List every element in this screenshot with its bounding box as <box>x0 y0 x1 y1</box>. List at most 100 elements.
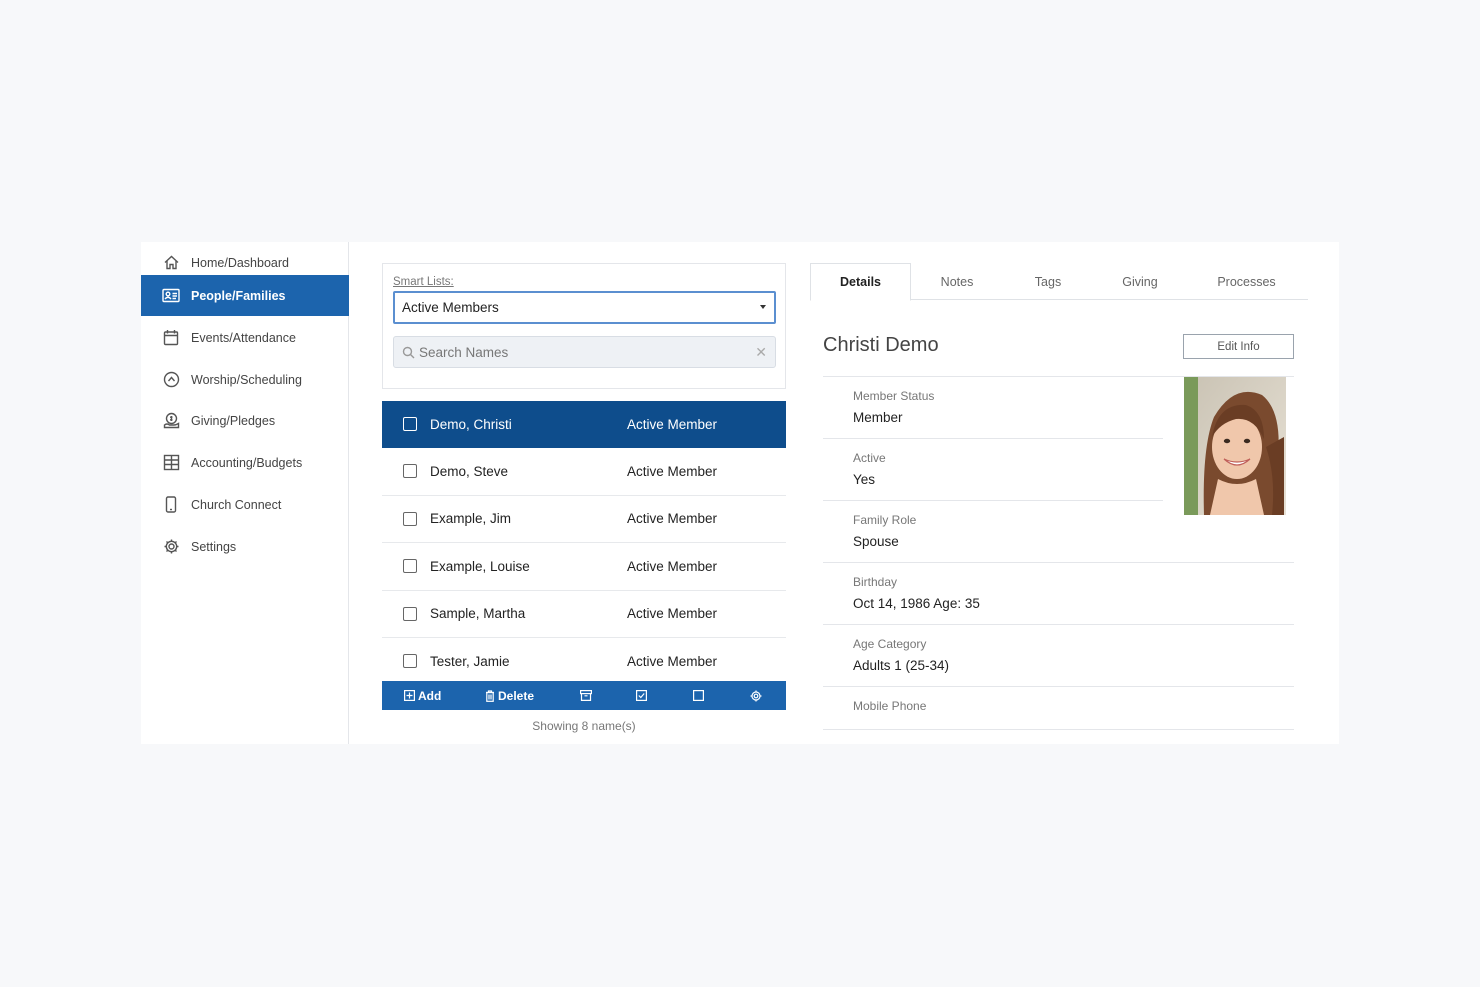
sidebar-item-church-connect[interactable]: Church Connect <box>141 484 349 525</box>
grid-icon <box>161 453 181 473</box>
square-icon <box>693 690 704 701</box>
sidebar-item-label: Settings <box>191 539 237 554</box>
row-checkbox[interactable] <box>403 417 417 431</box>
add-button-label: Add <box>418 688 442 703</box>
plus-square-icon <box>404 690 415 701</box>
table-row[interactable]: Example, Jim Active Member <box>382 495 786 544</box>
field-mobile-phone: Mobile Phone <box>823 687 1294 730</box>
delete-button-label: Delete <box>498 688 535 703</box>
sidebar-item-events[interactable]: Events/Attendance <box>141 317 349 358</box>
check-square-icon <box>636 690 647 701</box>
archive-icon <box>580 690 592 701</box>
row-checkbox[interactable] <box>403 559 417 574</box>
search-placeholder: Search Names <box>419 344 509 360</box>
smart-lists-label: Smart Lists: <box>393 276 454 288</box>
person-name: Example, Jim <box>430 511 512 527</box>
field-active: Active Yes <box>823 439 1163 501</box>
sidebar-item-worship[interactable]: Worship/Scheduling <box>141 359 349 400</box>
sidebar-item-label: Giving/Pledges <box>191 413 276 428</box>
sidebar-item-settings[interactable]: Settings <box>141 526 349 567</box>
sidebar: Home/Dashboard People/Families Events/At… <box>141 242 349 744</box>
tab-tags[interactable]: Tags <box>1016 263 1080 300</box>
table-row[interactable]: Demo, Christi Active Member <box>382 401 786 449</box>
field-birthday: Birthday Oct 14, 1986 Age: 35 <box>823 563 1294 625</box>
donation-icon <box>161 411 181 431</box>
gear-icon <box>750 690 762 702</box>
table-row[interactable]: Demo, Steve Active Member <box>382 448 786 496</box>
sidebar-item-label: Home/Dashboard <box>191 255 289 270</box>
field-label: Age Category <box>853 637 927 651</box>
person-name: Demo, Steve <box>430 464 509 480</box>
list-settings-button[interactable] <box>750 681 765 710</box>
archive-button[interactable] <box>580 681 595 710</box>
app-window: Home/Dashboard People/Families Events/At… <box>141 242 1339 744</box>
field-value: Adults 1 (25-34) <box>853 658 950 673</box>
field-label: Mobile Phone <box>853 699 927 713</box>
gear-icon <box>161 537 181 557</box>
row-checkbox[interactable] <box>403 606 417 621</box>
sidebar-item-people[interactable]: People/Families <box>141 275 349 316</box>
person-status: Active Member <box>627 654 718 670</box>
person-status: Active Member <box>627 511 718 527</box>
sidebar-item-giving[interactable]: Giving/Pledges <box>141 400 349 441</box>
sidebar-item-label: People/Families <box>191 288 286 303</box>
row-checkbox[interactable] <box>403 511 417 526</box>
person-name: Sample, Martha <box>430 606 526 622</box>
person-name: Example, Louise <box>430 558 530 574</box>
list-toolbar: Add Delete <box>382 681 786 710</box>
sidebar-item-label: Church Connect <box>191 497 282 512</box>
clear-icon[interactable]: ✕ <box>755 344 767 361</box>
tab-notes[interactable]: Notes <box>922 263 992 300</box>
field-label: Birthday <box>853 575 898 589</box>
field-member-status: Member Status Member <box>823 377 1163 439</box>
home-icon <box>161 253 181 273</box>
phone-icon <box>161 495 181 515</box>
add-button[interactable]: Add <box>404 681 441 710</box>
field-label: Member Status <box>853 389 935 403</box>
sidebar-item-label: Accounting/Budgets <box>191 455 303 470</box>
sidebar-item-label: Worship/Scheduling <box>191 372 302 387</box>
table-row[interactable]: Example, Louise Active Member <box>382 543 786 591</box>
tab-details[interactable]: Details <box>810 263 911 301</box>
smart-list-selected-value: Active Members <box>402 300 499 315</box>
table-row[interactable]: Tester, Jamie Active Member <box>382 637 786 686</box>
person-name: Tester, Jamie <box>430 654 510 670</box>
caret-down-icon <box>760 305 766 309</box>
delete-button[interactable]: Delete <box>485 681 534 710</box>
row-checkbox[interactable] <box>403 464 417 479</box>
tab-giving[interactable]: Giving <box>1105 263 1175 300</box>
person-status: Active Member <box>627 558 718 574</box>
edit-info-button[interactable]: Edit Info <box>1183 334 1294 359</box>
field-family-role: Family Role Spouse <box>823 501 1294 563</box>
search-icon <box>402 346 415 359</box>
field-value: Oct 14, 1986 Age: 35 <box>853 596 980 611</box>
details-tabs: Details Notes Tags Giving Processes <box>810 263 1308 301</box>
field-value: Spouse <box>853 534 899 549</box>
field-value: Member <box>853 410 903 425</box>
people-list: Demo, Christi Active Member Demo, Steve … <box>382 401 786 686</box>
select-all-button[interactable] <box>636 681 650 710</box>
table-row[interactable]: Sample, Martha Active Member <box>382 590 786 638</box>
sidebar-item-accounting[interactable]: Accounting/Budgets <box>141 442 349 483</box>
person-status: Active Member <box>627 606 718 622</box>
field-label: Active <box>853 451 886 465</box>
trash-icon <box>485 689 495 702</box>
sidebar-item-label: Events/Attendance <box>191 330 296 345</box>
row-checkbox[interactable] <box>403 653 417 668</box>
smart-list-select[interactable]: Active Members <box>393 291 776 324</box>
person-title: Christi Demo <box>823 334 939 356</box>
smart-list-panel: Smart Lists: Active Members Search Names… <box>382 263 786 389</box>
chevron-up-circle-icon <box>161 370 181 390</box>
field-age-category: Age Category Adults 1 (25-34) <box>823 625 1294 687</box>
field-label: Family Role <box>853 513 917 527</box>
calendar-icon <box>161 328 181 348</box>
tab-processes[interactable]: Processes <box>1205 263 1288 300</box>
showing-count: Showing 8 name(s) <box>532 719 636 733</box>
search-input[interactable]: Search Names ✕ <box>393 336 776 368</box>
person-name: Demo, Christi <box>430 416 512 432</box>
person-status: Active Member <box>627 416 718 432</box>
profile-photo <box>1184 377 1286 515</box>
deselect-all-button[interactable] <box>693 681 707 710</box>
field-value: Yes <box>853 472 876 487</box>
id-card-icon <box>161 286 181 306</box>
